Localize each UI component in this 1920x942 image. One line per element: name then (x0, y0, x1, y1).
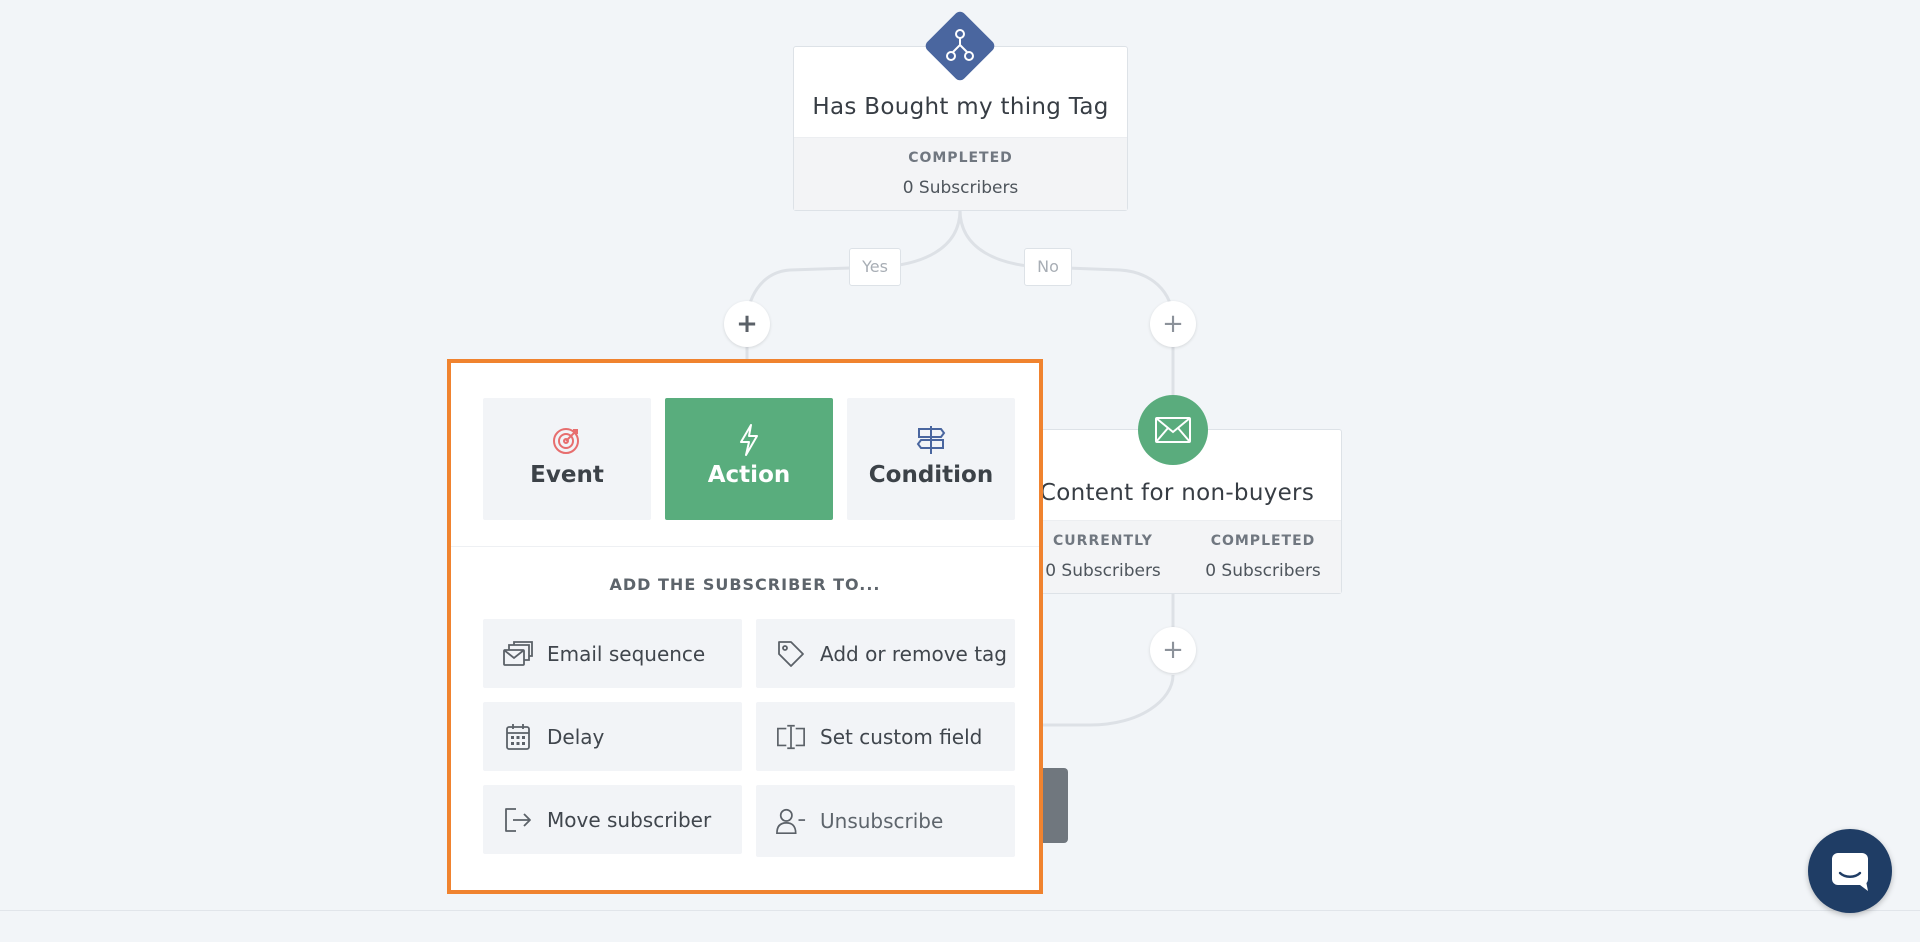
yes-branch-label: Yes (849, 248, 901, 286)
completed-value: 0 Subscribers (1205, 561, 1321, 581)
node-stats: CURRENTLY 0 Subscribers COMPLETED 0 Subs… (1013, 520, 1341, 593)
add-step-panel: Event Action Condition ADD THE SUBSCRIBE… (447, 359, 1043, 894)
option-label: Delay (547, 724, 605, 749)
section-heading: ADD THE SUBSCRIBER TO... (609, 575, 881, 594)
panel-divider (451, 546, 1039, 547)
tab-action-label: Action (707, 462, 791, 488)
tab-event[interactable]: Event (483, 398, 651, 520)
envelope-icon (1155, 417, 1191, 443)
option-label: Set custom field (820, 724, 983, 749)
currently-label: CURRENTLY (1053, 533, 1153, 549)
tag-icon (778, 640, 804, 667)
bottom-bar (0, 910, 1920, 942)
option-label: Move subscriber (547, 807, 712, 832)
chat-icon (1832, 853, 1868, 891)
calendar-icon (506, 723, 530, 750)
tab-condition[interactable]: Condition (847, 398, 1015, 520)
text-cursor-icon (777, 724, 805, 749)
user-minus-icon (776, 808, 806, 835)
envelope-icon-background (1138, 395, 1208, 465)
option-move-subscriber[interactable]: Move subscriber (483, 785, 742, 854)
tab-action[interactable]: Action (665, 398, 833, 520)
currently-value: 0 Subscribers (1045, 561, 1161, 581)
option-add-remove-tag[interactable]: Add or remove tag (756, 619, 1015, 688)
lightning-icon (740, 424, 758, 456)
option-label: Add or remove tag (820, 641, 1007, 666)
no-branch-label: No (1024, 248, 1072, 286)
branch-icon (946, 29, 974, 61)
option-label: Unsubscribe (820, 809, 944, 833)
option-unsubscribe[interactable]: Unsubscribe (756, 785, 1015, 857)
completed-value: 0 Subscribers (902, 178, 1019, 198)
exit-arrow-icon (505, 807, 531, 832)
tab-condition-label: Condition (868, 462, 994, 488)
option-set-custom-field[interactable]: Set custom field (756, 702, 1015, 771)
completed-label: COMPLETED (1210, 533, 1316, 549)
option-label: Email sequence (547, 641, 706, 666)
email-sequence-icon (503, 640, 533, 666)
node-stats: COMPLETED 0 Subscribers (794, 137, 1127, 210)
signpost-icon (916, 426, 946, 454)
option-delay[interactable]: Delay (483, 702, 742, 771)
add-step-yes-button[interactable]: + (724, 301, 770, 347)
target-icon (553, 428, 579, 454)
node-title: Has Bought my thing Tag (812, 94, 1109, 120)
chat-widget-button[interactable] (1808, 829, 1892, 913)
option-email-sequence[interactable]: Email sequence (483, 619, 742, 688)
completed-label: COMPLETED (908, 150, 1013, 166)
add-step-no-button[interactable]: + (1150, 301, 1196, 347)
tab-event-label: Event (530, 462, 604, 488)
add-step-after-email-button[interactable]: + (1150, 627, 1196, 673)
node-title: Content for non-buyers (1039, 480, 1315, 506)
